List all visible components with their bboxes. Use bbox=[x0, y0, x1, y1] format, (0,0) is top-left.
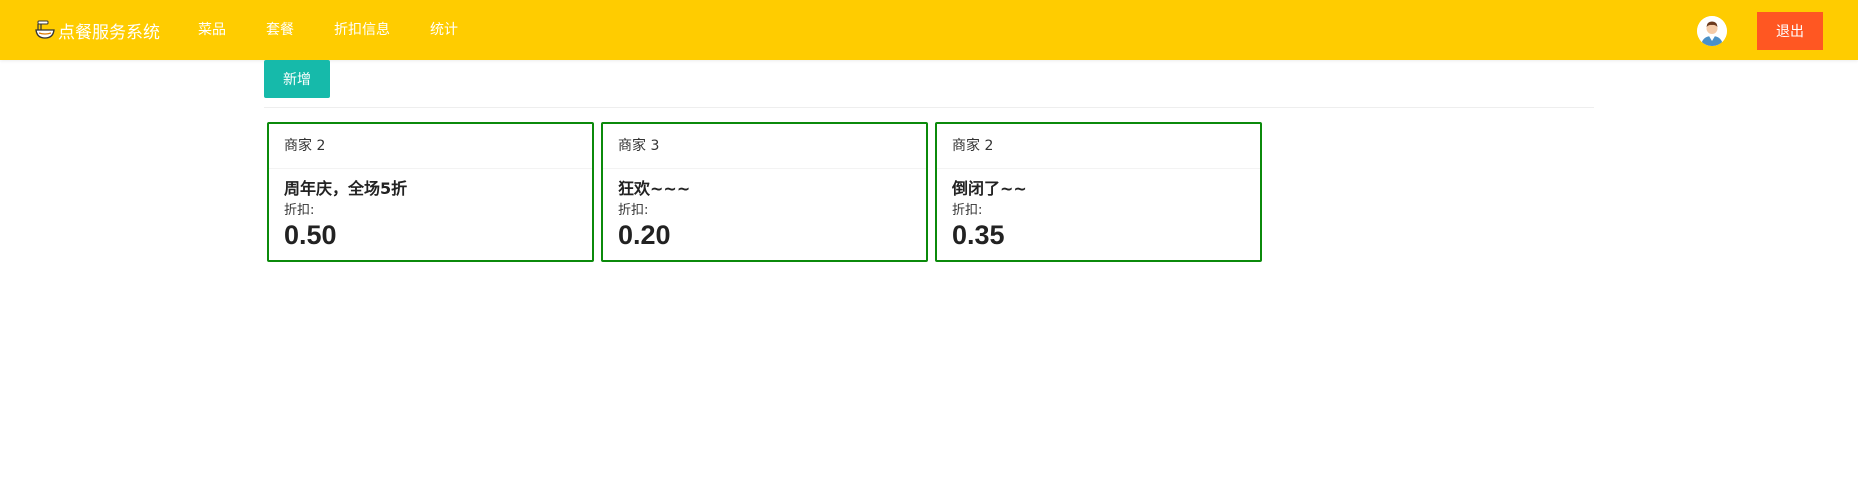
discount-card[interactable]: 商家 2 周年庆，全场5折 折扣: 0.50 bbox=[267, 122, 594, 262]
discount-card[interactable]: 商家 3 狂欢~~~ 折扣: 0.20 bbox=[601, 122, 928, 262]
card-discount-value: 0.50 bbox=[284, 220, 337, 250]
noodle-bowl-icon bbox=[34, 19, 56, 41]
logout-button[interactable]: 退出 bbox=[1757, 12, 1823, 50]
main-nav: 菜品 套餐 折扣信息 统计 bbox=[180, 0, 478, 60]
discount-card-list: 商家 2 周年庆，全场5折 折扣: 0.50 商家 3 狂欢~~~ 折扣: 0.… bbox=[267, 122, 1269, 262]
top-header: 点餐服务系统 菜品 套餐 折扣信息 统计 退出 bbox=[0, 0, 1858, 60]
card-title: 周年庆，全场5折 bbox=[284, 179, 408, 198]
card-body: 周年庆，全场5折 折扣: 0.50 bbox=[269, 169, 592, 249]
card-merchant: 商家 2 bbox=[269, 124, 592, 169]
discount-card[interactable]: 商家 2 倒闭了~~ 折扣: 0.35 bbox=[935, 122, 1262, 262]
card-body: 倒闭了~~ 折扣: 0.35 bbox=[937, 169, 1260, 249]
card-discount-label: 折扣: bbox=[952, 203, 983, 218]
card-merchant: 商家 2 bbox=[937, 124, 1260, 169]
card-merchant: 商家 3 bbox=[603, 124, 926, 169]
add-button[interactable]: 新增 bbox=[264, 60, 330, 98]
nav-item-combos[interactable]: 套餐 bbox=[246, 0, 314, 60]
nav-item-statistics[interactable]: 统计 bbox=[410, 0, 478, 60]
divider bbox=[264, 107, 1594, 108]
app-title: 点餐服务系统 bbox=[58, 22, 160, 43]
card-discount-label: 折扣: bbox=[284, 203, 315, 218]
nav-item-discounts[interactable]: 折扣信息 bbox=[314, 0, 410, 60]
user-avatar-icon bbox=[1697, 16, 1727, 46]
card-discount-label: 折扣: bbox=[618, 203, 649, 218]
card-body: 狂欢~~~ 折扣: 0.20 bbox=[603, 169, 926, 249]
avatar[interactable] bbox=[1697, 16, 1727, 46]
app-logo[interactable]: 点餐服务系统 bbox=[34, 17, 160, 43]
card-title: 倒闭了~~ bbox=[952, 179, 1027, 198]
card-discount-value: 0.20 bbox=[618, 220, 671, 250]
card-discount-value: 0.35 bbox=[952, 220, 1005, 250]
card-title: 狂欢~~~ bbox=[618, 179, 691, 198]
nav-item-dishes[interactable]: 菜品 bbox=[180, 0, 246, 60]
